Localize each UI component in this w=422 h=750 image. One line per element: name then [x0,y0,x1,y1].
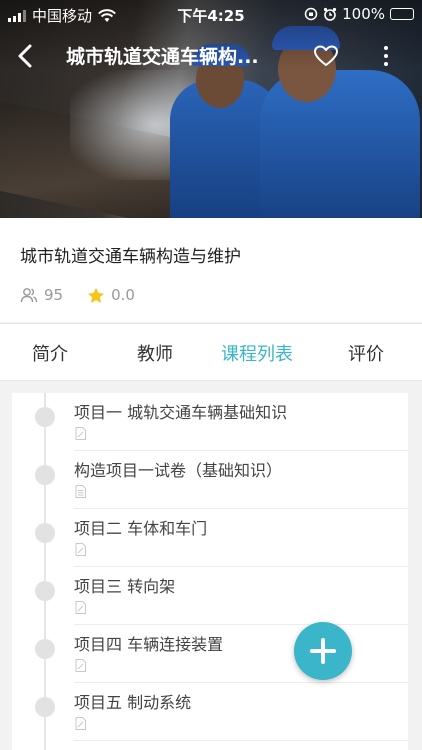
list-item[interactable]: 项目一 城轨交通车辆基础知识 [12,393,408,451]
timeline-dot [35,465,55,485]
edit-doc-icon [75,717,86,730]
tab-course-list[interactable]: 课程列表 [221,340,293,366]
list-item[interactable]: 项目三 转向架 [12,567,408,625]
edit-doc-icon [75,427,86,440]
heart-icon[interactable] [312,42,340,70]
nav-bar: 城市轨道交通车辆构... [0,32,422,80]
battery-icon [390,8,414,20]
timeline-dot [35,407,55,427]
course-stats: 95 0.0 [20,286,135,304]
orientation-lock-icon [304,7,318,21]
list-item[interactable]: 构造项目一试卷（基础知识） [12,451,408,509]
tab-bar: 简介 教师 课程列表 评价 [0,323,422,381]
learner-count: 95 [44,286,64,304]
rating-value: 0.0 [111,286,135,304]
list-item[interactable]: 项目五 制动系统 [12,683,408,741]
list-item-label: 项目二 车体和车门 [74,519,208,538]
list-item-label: 构造项目一试卷（基础知识） [74,461,283,480]
add-button[interactable] [294,622,352,680]
tab-intro[interactable]: 简介 [32,340,68,366]
list-item-label: 项目四 车辆连接装置 [74,635,224,654]
list-item-label: 项目三 转向架 [74,577,176,596]
list-item[interactable]: 项目二 车体和车门 [12,509,408,567]
star-icon [88,287,105,303]
timeline-dot [35,639,55,659]
back-arrow-icon[interactable] [10,38,46,74]
timeline-dot [35,697,55,717]
battery-percent: 100% [342,5,385,23]
status-bar: 中国移动 下午4:25 100% [0,0,422,28]
tab-teacher[interactable]: 教师 [137,340,173,366]
course-list: 项目一 城轨交通车辆基础知识 构造项目一试卷（基础知识） 项目二 车体和车门 项… [12,393,408,750]
nav-title: 城市轨道交通车辆构... [66,46,259,68]
list-item-label: 项目五 制动系统 [74,693,192,712]
alarm-icon [324,7,337,21]
course-info: 城市轨道交通车辆构造与维护 95 0.0 [0,218,422,322]
plus-icon [310,638,336,664]
more-options-icon[interactable] [380,44,392,68]
tab-reviews[interactable]: 评价 [348,340,384,366]
list-item-label: 项目一 城轨交通车辆基础知识 [74,403,288,422]
learners-icon [20,288,38,303]
course-title: 城市轨道交通车辆构造与维护 [20,247,241,267]
edit-doc-icon [75,601,86,614]
edit-doc-icon [75,543,86,556]
doc-icon [75,485,86,498]
edit-doc-icon [75,659,86,672]
timeline-dot [35,581,55,601]
timeline-dot [35,523,55,543]
